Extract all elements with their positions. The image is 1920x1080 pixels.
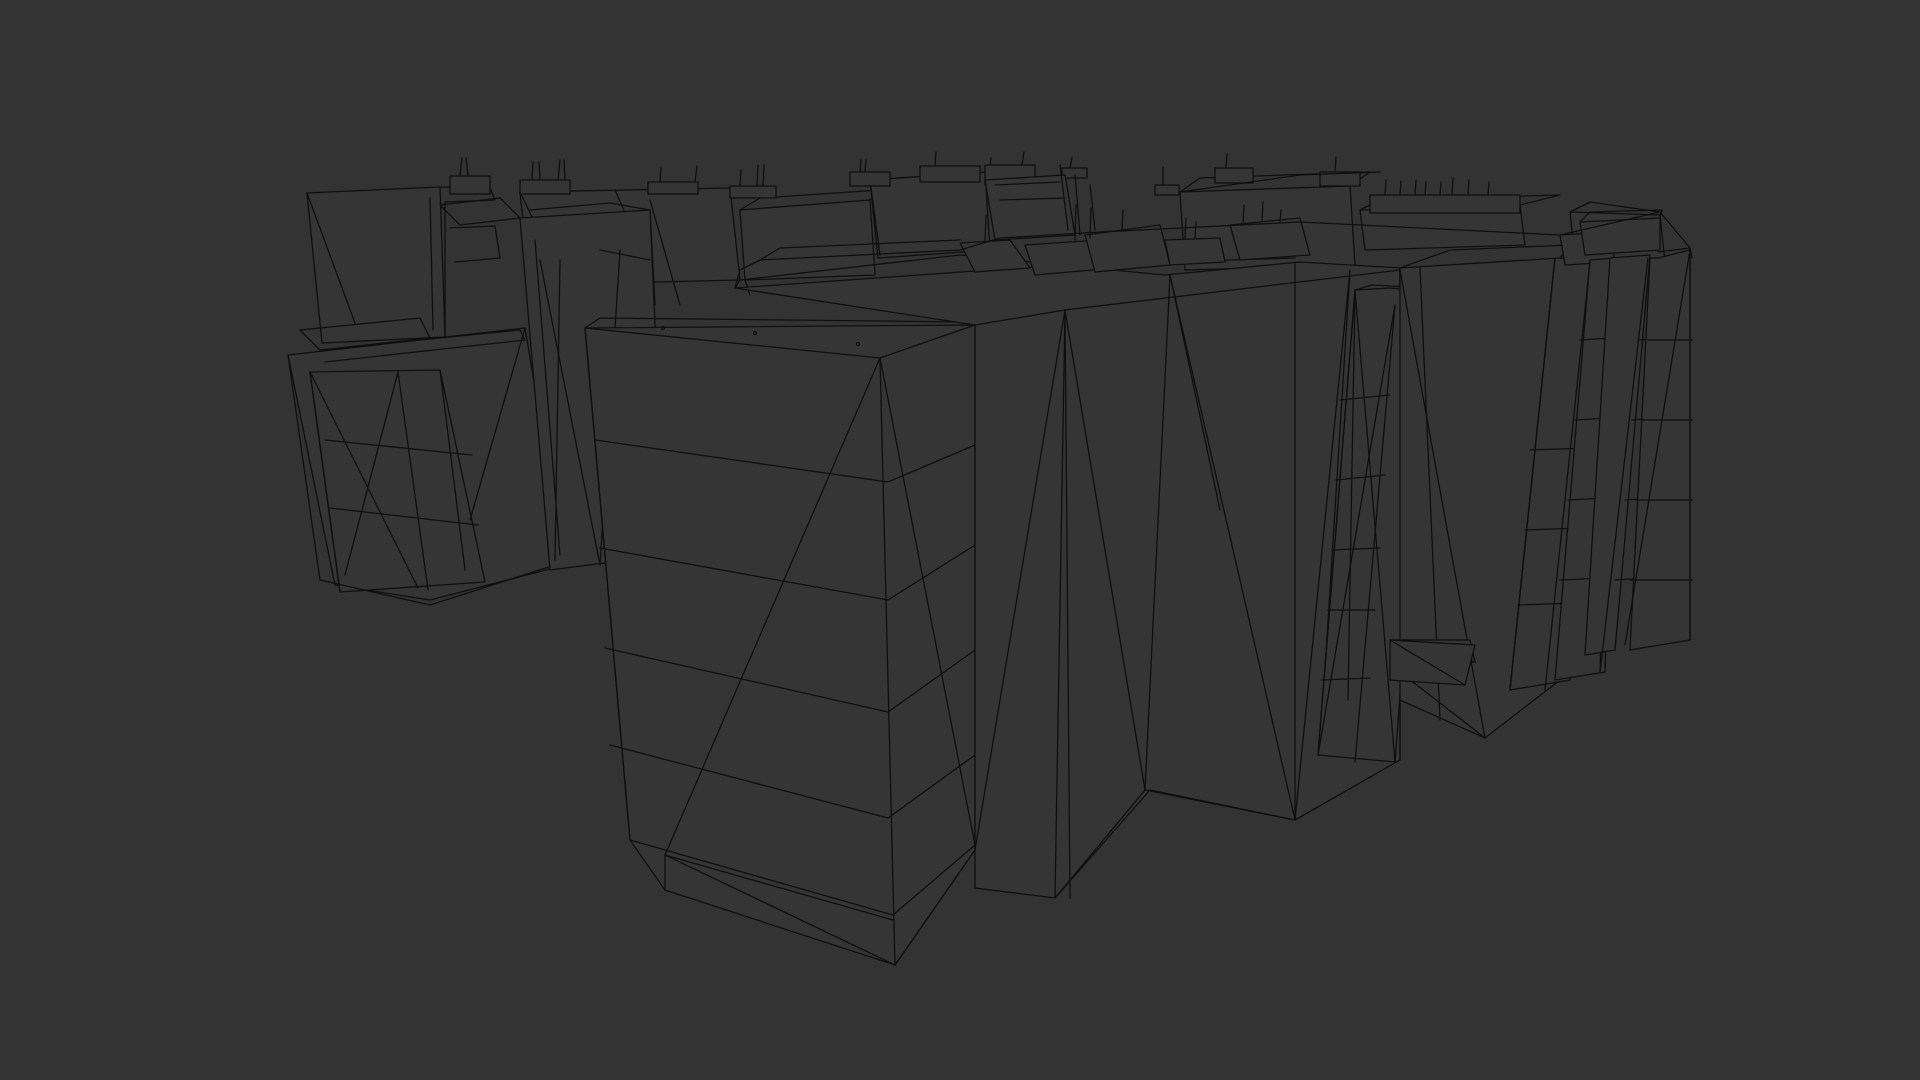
front-left-tower bbox=[584, 317, 976, 966]
side-ledge bbox=[1389, 639, 1476, 686]
left-building-block bbox=[287, 317, 566, 606]
wireframe-scene[interactable] bbox=[0, 0, 1920, 1080]
3d-viewport[interactable] bbox=[0, 0, 1920, 1080]
